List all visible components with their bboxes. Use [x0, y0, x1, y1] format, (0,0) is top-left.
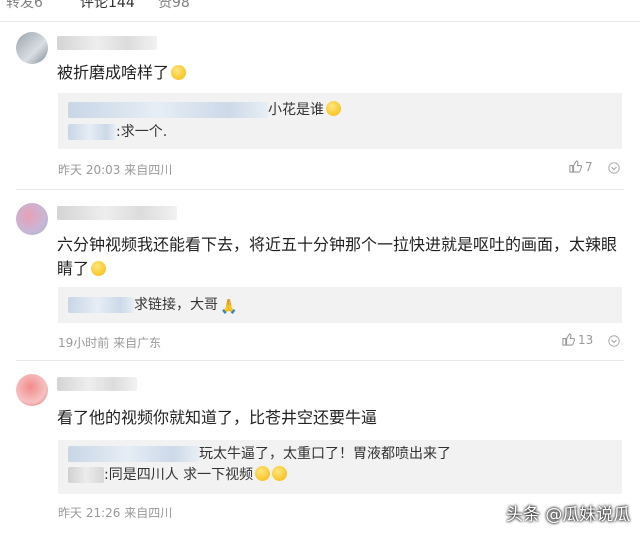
username-blurred[interactable] — [57, 206, 177, 220]
tab-reposts[interactable]: 转发6 — [6, 0, 43, 12]
reply-username-blurred[interactable] — [68, 102, 268, 118]
chevron-down-icon[interactable] — [608, 335, 620, 347]
reply-item: :求一个. — [68, 122, 167, 142]
reply-username-blurred[interactable] — [68, 124, 116, 140]
comment-text: 六分钟视频我还能看下去，将近五十分钟那个一拉快进就是呕吐的画面，太辣眼睛了 — [57, 235, 618, 278]
avatar[interactable] — [16, 374, 48, 406]
comment-text: 被折磨成啥样了 — [57, 61, 622, 85]
comment-meta: 19小时前 来自广东 — [58, 336, 162, 350]
reply-item: :同是四川人 求一下视频 — [68, 465, 288, 485]
tab-comments[interactable]: 评论144 — [80, 0, 135, 12]
reply-box: 小花是谁 :求一个. — [58, 93, 622, 149]
avatar[interactable] — [16, 203, 48, 235]
comment-meta: 昨天 20:03 来自四川 — [58, 163, 173, 177]
thumb-up-icon — [569, 160, 583, 173]
reply-box: 求链接，大哥 🙏 — [58, 287, 622, 323]
tabs-divider — [0, 21, 640, 22]
comment-divider — [16, 360, 624, 361]
reply-username-blurred[interactable] — [68, 297, 134, 313]
comment-text: 看了他的视频你就知道了，比苍井空还要牛逼 — [57, 408, 378, 427]
smirk-emoji-icon — [272, 466, 288, 481]
pray-emoji-icon: 🙏 — [220, 299, 238, 315]
comment-tabs: 转发6 评论144 赞98 — [0, 0, 640, 14]
reply-item: 求链接，大哥 🙏 — [68, 295, 238, 315]
tab-likes[interactable]: 赞98 — [158, 0, 190, 12]
like-button[interactable]: 13 — [562, 333, 593, 347]
username-blurred[interactable] — [57, 377, 137, 391]
chevron-down-icon[interactable] — [608, 162, 620, 174]
smirk-emoji-icon — [326, 101, 341, 116]
reply-item: 小花是谁 — [68, 100, 341, 120]
username-blurred[interactable] — [57, 36, 157, 50]
thumb-up-icon — [562, 333, 576, 346]
avatar[interactable] — [16, 32, 48, 64]
cry-emoji-icon — [255, 466, 271, 481]
watermark: 头条 @瓜妹说瓜 — [506, 505, 631, 525]
reply-item: 玩太牛逼了，太重口了！胃液都喷出来了 — [68, 444, 451, 464]
comment-meta: 昨天 21:26 来自四川 — [58, 506, 173, 520]
like-button[interactable]: 7 — [569, 160, 593, 174]
laugh-cry-emoji-icon — [171, 65, 187, 80]
reply-username-blurred[interactable] — [68, 467, 104, 483]
reply-box: 玩太牛逼了，太重口了！胃液都喷出来了 :同是四川人 求一下视频 — [58, 440, 622, 494]
comment-divider — [16, 189, 624, 190]
reply-username-blurred[interactable] — [68, 446, 199, 462]
grin-emoji-icon — [91, 261, 107, 276]
